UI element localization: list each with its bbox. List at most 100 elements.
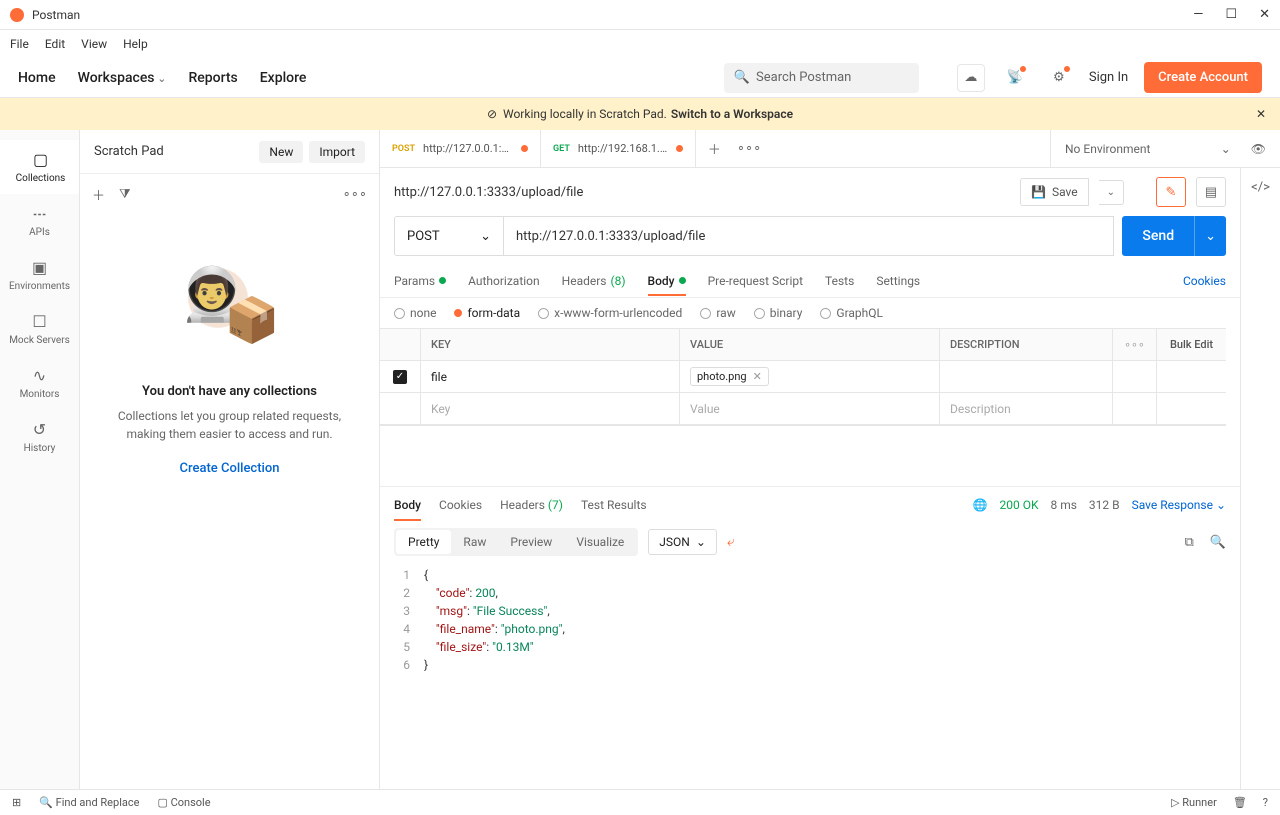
tab-request-1[interactable]: POST http://127.0.0.1:3... — [380, 130, 541, 167]
tab-body[interactable]: Body — [648, 274, 686, 288]
window-maximize[interactable]: ☐ — [1225, 7, 1237, 22]
runner[interactable]: ▷ Runner — [1171, 796, 1217, 809]
more-options-icon[interactable]: ∘∘∘ — [343, 187, 367, 202]
menu-edit[interactable]: Edit — [45, 37, 65, 51]
tab-tests[interactable]: Tests — [825, 274, 854, 288]
new-button[interactable]: New — [259, 141, 303, 163]
save-button[interactable]: 💾 Save — [1020, 178, 1089, 206]
view-raw[interactable]: Raw — [451, 530, 498, 554]
rail-collections[interactable]: ▢ Collections — [0, 140, 79, 194]
body-binary[interactable]: binary — [754, 306, 803, 320]
response-body[interactable]: 1{2 "code": 200,3 "msg": "File Success",… — [380, 562, 1240, 678]
signin-link[interactable]: Sign In — [1089, 70, 1128, 85]
rail-history[interactable]: ↺ History — [0, 410, 79, 464]
row-checkbox[interactable]: ✓ — [393, 370, 407, 384]
window-close[interactable]: ✕ — [1259, 7, 1270, 22]
resp-tab-tests[interactable]: Test Results — [581, 498, 647, 512]
menu-file[interactable]: File — [10, 37, 29, 51]
find-replace[interactable]: 🔍 Find and Replace — [39, 796, 139, 809]
nav-reports[interactable]: Reports — [188, 70, 237, 86]
tab-params[interactable]: Params — [394, 274, 446, 288]
bulk-edit-link[interactable]: Bulk Edit — [1156, 329, 1226, 360]
chip-remove-icon[interactable]: ✕ — [753, 370, 762, 383]
nav-home[interactable]: Home — [18, 70, 56, 86]
tab-prerequest[interactable]: Pre-request Script — [708, 274, 803, 288]
environments-icon: ▣ — [32, 258, 47, 277]
search-response-icon[interactable]: 🔍 — [1210, 535, 1226, 550]
banner-action-link[interactable]: Switch to a Workspace — [671, 107, 793, 121]
tab-request-2[interactable]: GET http://192.168.1.23... — [541, 130, 696, 167]
row-value-input[interactable]: photo.png✕ — [680, 361, 940, 392]
search-input[interactable]: 🔍 Search Postman — [724, 63, 919, 93]
view-visualize[interactable]: Visualize — [564, 530, 636, 554]
layout-icon[interactable]: ⊞ — [12, 796, 21, 809]
row-key-input[interactable]: file — [420, 361, 680, 392]
col-options-icon[interactable]: ∘∘∘ — [1112, 329, 1156, 360]
add-collection-icon[interactable]: ＋ — [92, 185, 105, 204]
resp-tab-headers[interactable]: Headers (7) — [500, 498, 563, 512]
send-dropdown[interactable]: ⌄ — [1194, 216, 1226, 256]
nav-explore[interactable]: Explore — [260, 70, 307, 86]
resp-tab-body[interactable]: Body — [394, 498, 421, 512]
request-title[interactable]: http://127.0.0.1:3333/upload/file — [394, 185, 1010, 200]
row-value-input[interactable]: Value — [680, 393, 940, 424]
body-raw[interactable]: raw — [700, 306, 735, 320]
rail-monitors[interactable]: ∿ Monitors — [0, 356, 79, 410]
cookies-link[interactable]: Cookies — [1183, 274, 1226, 288]
send-button[interactable]: Send — [1122, 216, 1194, 256]
row-desc-input[interactable]: Description — [940, 393, 1112, 424]
url-input[interactable]: http://127.0.0.1:3333/upload/file — [504, 216, 1114, 256]
create-collection-link[interactable]: Create Collection — [180, 461, 280, 476]
mock-servers-icon: ☐ — [32, 312, 46, 331]
save-response-link[interactable]: Save Response ⌄ — [1132, 498, 1226, 512]
copy-icon[interactable]: ⧉ — [1185, 535, 1194, 550]
tab-settings[interactable]: Settings — [876, 274, 920, 288]
window-titlebar: Postman — ☐ ✕ — [0, 0, 1280, 30]
window-minimize[interactable]: — — [1193, 7, 1203, 22]
rail-apis[interactable]: 𝌀 APIs — [0, 194, 79, 248]
import-button[interactable]: Import — [309, 141, 365, 163]
row-key-input[interactable]: Key — [420, 393, 680, 424]
resp-tab-cookies[interactable]: Cookies — [439, 498, 482, 512]
help-icon[interactable]: ? — [1263, 796, 1268, 809]
code-snippet-icon[interactable]: </> — [1251, 180, 1270, 195]
settings-icon[interactable]: ⚙ — [1045, 64, 1073, 92]
console[interactable]: ▢ Console — [157, 796, 210, 809]
body-graphql[interactable]: GraphQL — [820, 306, 883, 320]
menu-view[interactable]: View — [81, 37, 107, 51]
tab-method: POST — [392, 144, 415, 154]
search-placeholder: Search Postman — [756, 70, 851, 85]
body-form-data[interactable]: form-data — [454, 306, 520, 320]
trash-icon[interactable]: 🗑 — [1233, 796, 1247, 809]
tab-authorization[interactable]: Authorization — [468, 274, 540, 288]
menu-help[interactable]: Help — [123, 37, 148, 51]
new-tab-icon[interactable]: ＋ — [708, 139, 721, 158]
view-pretty[interactable]: Pretty — [396, 530, 451, 554]
body-urlencoded[interactable]: x-www-form-urlencoded — [538, 306, 682, 320]
create-account-button[interactable]: Create Account — [1144, 62, 1262, 93]
body-none[interactable]: none — [394, 306, 436, 320]
format-select[interactable]: JSON ⌄ — [648, 529, 717, 555]
tab-headers[interactable]: Headers (8) — [562, 274, 626, 288]
cloud-sync-icon[interactable]: ☁ — [957, 64, 985, 92]
view-preview[interactable]: Preview — [498, 530, 564, 554]
rail-environments[interactable]: ▣ Environments — [0, 248, 79, 302]
environment-select[interactable]: No Environment ⌄ 👁 — [1050, 130, 1280, 167]
menubar: File Edit View Help — [0, 30, 1280, 58]
edit-icon[interactable]: ✎ — [1156, 177, 1186, 207]
comments-icon[interactable]: ▤ — [1196, 177, 1226, 207]
filter-icon[interactable]: ⧩ — [119, 187, 131, 202]
eye-icon[interactable]: 👁 — [1251, 142, 1266, 156]
banner-close-icon[interactable]: ✕ — [1256, 107, 1266, 121]
search-icon: 🔍 — [734, 70, 750, 85]
context-bar: </> — [1240, 168, 1280, 789]
capture-icon[interactable]: 📡 — [1001, 64, 1029, 92]
save-dropdown[interactable]: ⌄ — [1099, 180, 1124, 205]
row-desc-input[interactable] — [940, 361, 1112, 392]
method-select[interactable]: POST ⌄ — [394, 216, 504, 256]
wrap-lines-icon[interactable]: ⤶ — [727, 534, 735, 550]
tab-options-icon[interactable]: ∘∘∘ — [737, 141, 761, 156]
globe-icon[interactable]: 🌐 — [973, 498, 988, 512]
rail-mock-servers[interactable]: ☐ Mock Servers — [0, 302, 79, 356]
nav-workspaces[interactable]: Workspaces — [78, 70, 167, 86]
